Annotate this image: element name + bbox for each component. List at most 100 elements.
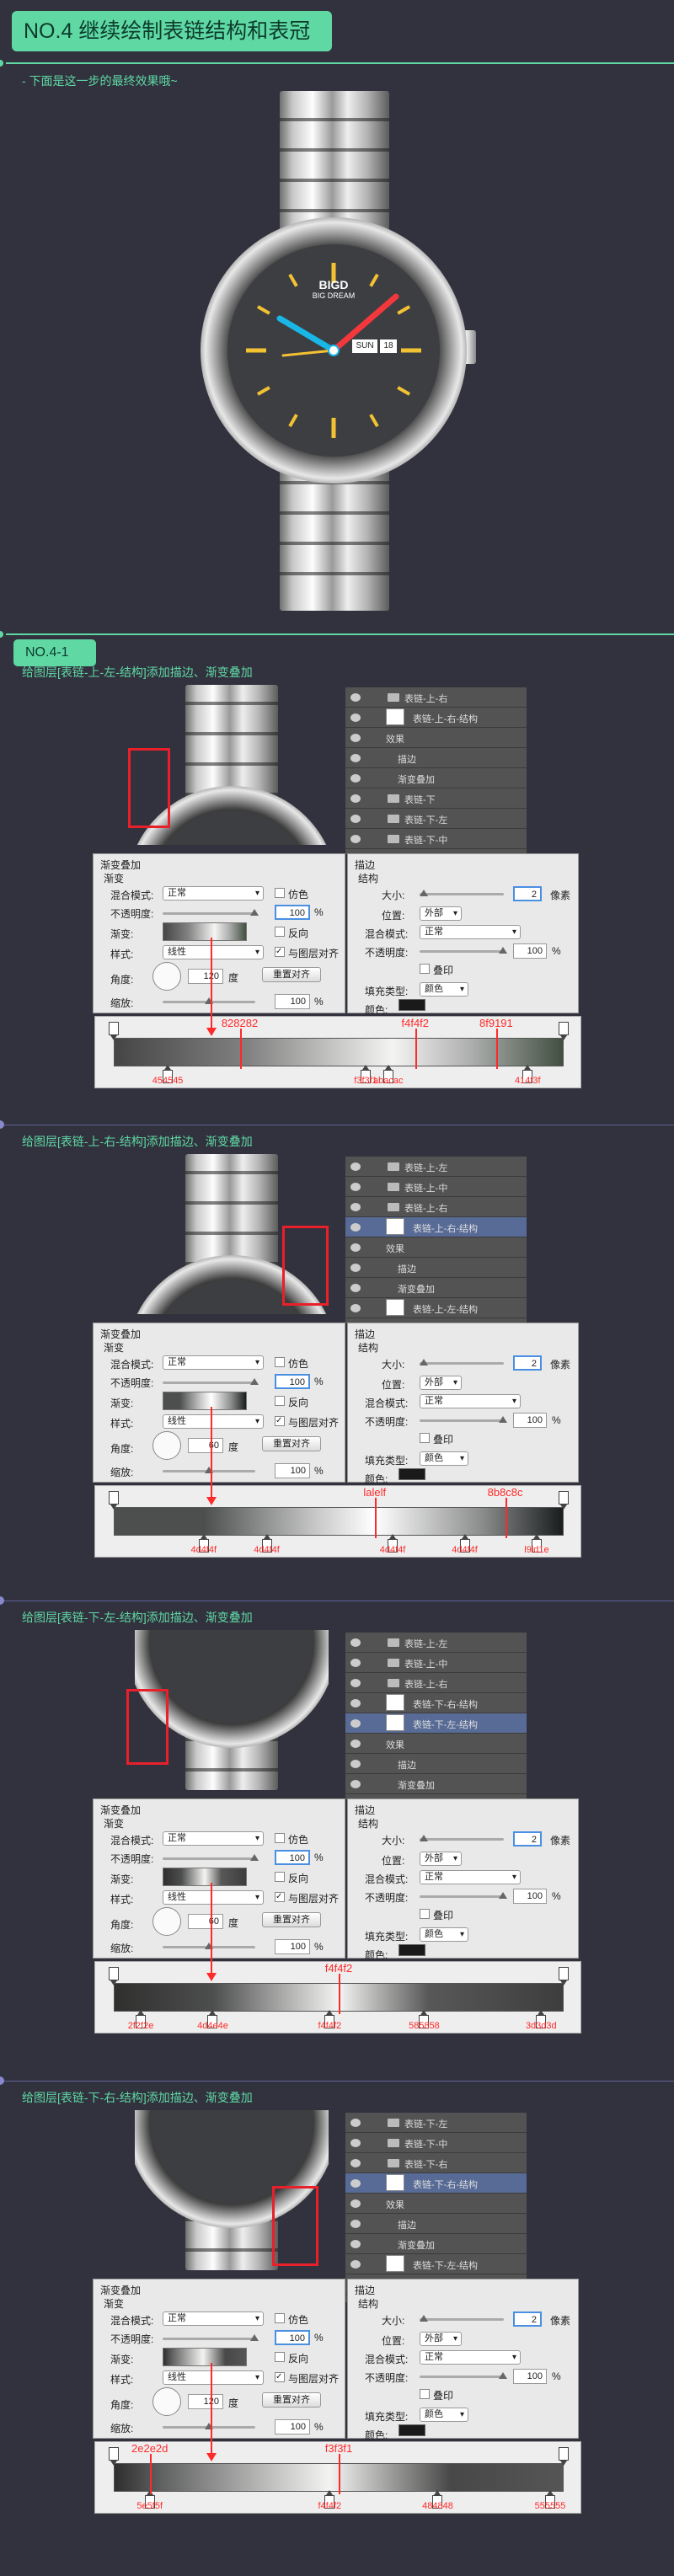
scale-slider[interactable] [163,1943,255,1949]
size-slider[interactable] [420,1359,504,1365]
scale-slider[interactable] [163,1467,255,1473]
stroke-opacity-slider[interactable] [420,1892,507,1899]
opacity-input[interactable]: 100 [275,1374,310,1389]
stroke-color-swatch[interactable] [399,999,425,1011]
stroke-opacity-slider[interactable] [420,947,507,954]
layer-row[interactable]: 表链-下-左 [345,809,527,829]
scale-input[interactable]: 100 [275,1463,310,1478]
opacity-slider[interactable] [163,1378,259,1385]
size-input[interactable]: 2 [513,886,542,901]
dither-checkbox[interactable] [275,1833,285,1843]
visibility-eye-icon[interactable] [350,1719,361,1728]
visibility-eye-icon[interactable] [350,2119,361,2127]
style-select[interactable]: 线性 [163,2370,264,2385]
blend-mode-select[interactable]: 正常 [163,2311,264,2326]
visibility-eye-icon[interactable] [350,2159,361,2167]
layer-row[interactable]: 效果 [345,1237,527,1258]
overprint-checkbox[interactable] [420,1909,430,1919]
size-input[interactable]: 2 [513,1355,542,1371]
gradient-swatch[interactable] [163,2348,247,2366]
visibility-eye-icon[interactable] [350,1162,361,1171]
layer-row[interactable]: 效果 [345,1734,527,1754]
layer-row[interactable]: 表链-下-中 [345,829,527,849]
layer-row[interactable]: 渐变叠加 [345,768,527,788]
position-select[interactable]: 外部 [420,2332,462,2346]
opacity-stop[interactable] [559,1022,569,1035]
layer-row[interactable]: 表链-上-右 [345,1197,527,1217]
size-input[interactable]: 2 [513,2311,542,2327]
visibility-eye-icon[interactable] [350,754,361,762]
overprint-checkbox[interactable] [420,2389,430,2399]
layer-row[interactable]: 表链-上-中 [345,1177,527,1197]
visibility-eye-icon[interactable] [350,794,361,803]
reset-align-button[interactable]: 重置对齐 [262,967,321,982]
angle-input[interactable]: 120 [188,969,223,984]
visibility-eye-icon[interactable] [350,2139,361,2147]
stroke-blend-select[interactable]: 正常 [420,1394,521,1408]
visibility-eye-icon[interactable] [350,693,361,702]
visibility-eye-icon[interactable] [350,1203,361,1211]
layer-row[interactable]: 表链-上-中 [345,1653,527,1673]
stroke-color-swatch[interactable] [399,2424,425,2436]
gradient-swatch[interactable] [163,1392,247,1410]
visibility-eye-icon[interactable] [350,815,361,823]
layer-row[interactable]: 表链-下-中 [345,2133,527,2153]
visibility-eye-icon[interactable] [350,2179,361,2188]
blend-mode-select[interactable]: 正常 [163,886,264,901]
dither-checkbox[interactable] [275,2313,285,2323]
visibility-eye-icon[interactable] [350,1760,361,1768]
angle-input[interactable]: 60 [188,1914,223,1929]
reverse-checkbox[interactable] [275,1872,285,1882]
stroke-opacity-input[interactable]: 100 [513,1413,547,1428]
opacity-stop[interactable] [109,1491,119,1504]
fill-type-select[interactable]: 颜色 [420,1927,468,1942]
layer-row[interactable]: 表链-上-左 [345,1157,527,1177]
layer-row[interactable]: 表链-下-左-结构 [345,1713,527,1734]
angle-dial[interactable] [152,2387,181,2416]
visibility-eye-icon[interactable] [350,2260,361,2269]
visibility-eye-icon[interactable] [350,1243,361,1252]
visibility-eye-icon[interactable] [350,1638,361,1647]
dither-checkbox[interactable] [275,888,285,898]
layer-row[interactable]: 效果 [345,728,527,748]
visibility-eye-icon[interactable] [350,2199,361,2208]
opacity-slider[interactable] [163,1854,259,1861]
align-layer-checkbox[interactable]: ✓ [275,2372,285,2382]
reverse-checkbox[interactable] [275,1396,285,1406]
angle-input[interactable]: 120 [188,2394,223,2409]
opacity-stop[interactable] [559,1491,569,1504]
layer-row[interactable]: 表链-上-右 [345,1673,527,1693]
opacity-slider[interactable] [163,2334,259,2341]
blend-mode-select[interactable]: 正常 [163,1355,264,1370]
layer-row[interactable]: 描边 [345,748,527,768]
opacity-slider[interactable] [163,909,259,916]
fill-type-select[interactable]: 颜色 [420,2408,468,2422]
position-select[interactable]: 外部 [420,1852,462,1866]
reset-align-button[interactable]: 重置对齐 [262,2392,321,2408]
stroke-blend-select[interactable]: 正常 [420,2350,521,2365]
layer-row[interactable]: 渐变叠加 [345,2234,527,2254]
style-select[interactable]: 线性 [163,1414,264,1429]
visibility-eye-icon[interactable] [350,1264,361,1272]
align-layer-checkbox[interactable]: ✓ [275,1416,285,1426]
stroke-blend-select[interactable]: 正常 [420,1870,521,1884]
align-layer-checkbox[interactable]: ✓ [275,947,285,957]
size-slider[interactable] [420,890,504,896]
layer-row[interactable]: 描边 [345,2214,527,2234]
layer-row[interactable]: 表链-下-右 [345,2153,527,2173]
scale-input[interactable]: 100 [275,994,310,1009]
visibility-eye-icon[interactable] [350,734,361,742]
angle-dial[interactable] [152,962,181,991]
visibility-eye-icon[interactable] [350,1223,361,1232]
layer-row[interactable]: 表链-下-左-结构 [345,2254,527,2274]
reverse-checkbox[interactable] [275,2352,285,2362]
visibility-eye-icon[interactable] [350,1679,361,1687]
stroke-opacity-input[interactable]: 100 [513,2369,547,2384]
layer-row[interactable]: 效果 [345,2194,527,2214]
opacity-stop[interactable] [559,1967,569,1980]
visibility-eye-icon[interactable] [350,1659,361,1667]
visibility-eye-icon[interactable] [350,1780,361,1788]
blend-mode-select[interactable]: 正常 [163,1831,264,1846]
layer-row[interactable]: 表链-上-右 [345,687,527,708]
layer-row[interactable]: 渐变叠加 [345,1774,527,1794]
